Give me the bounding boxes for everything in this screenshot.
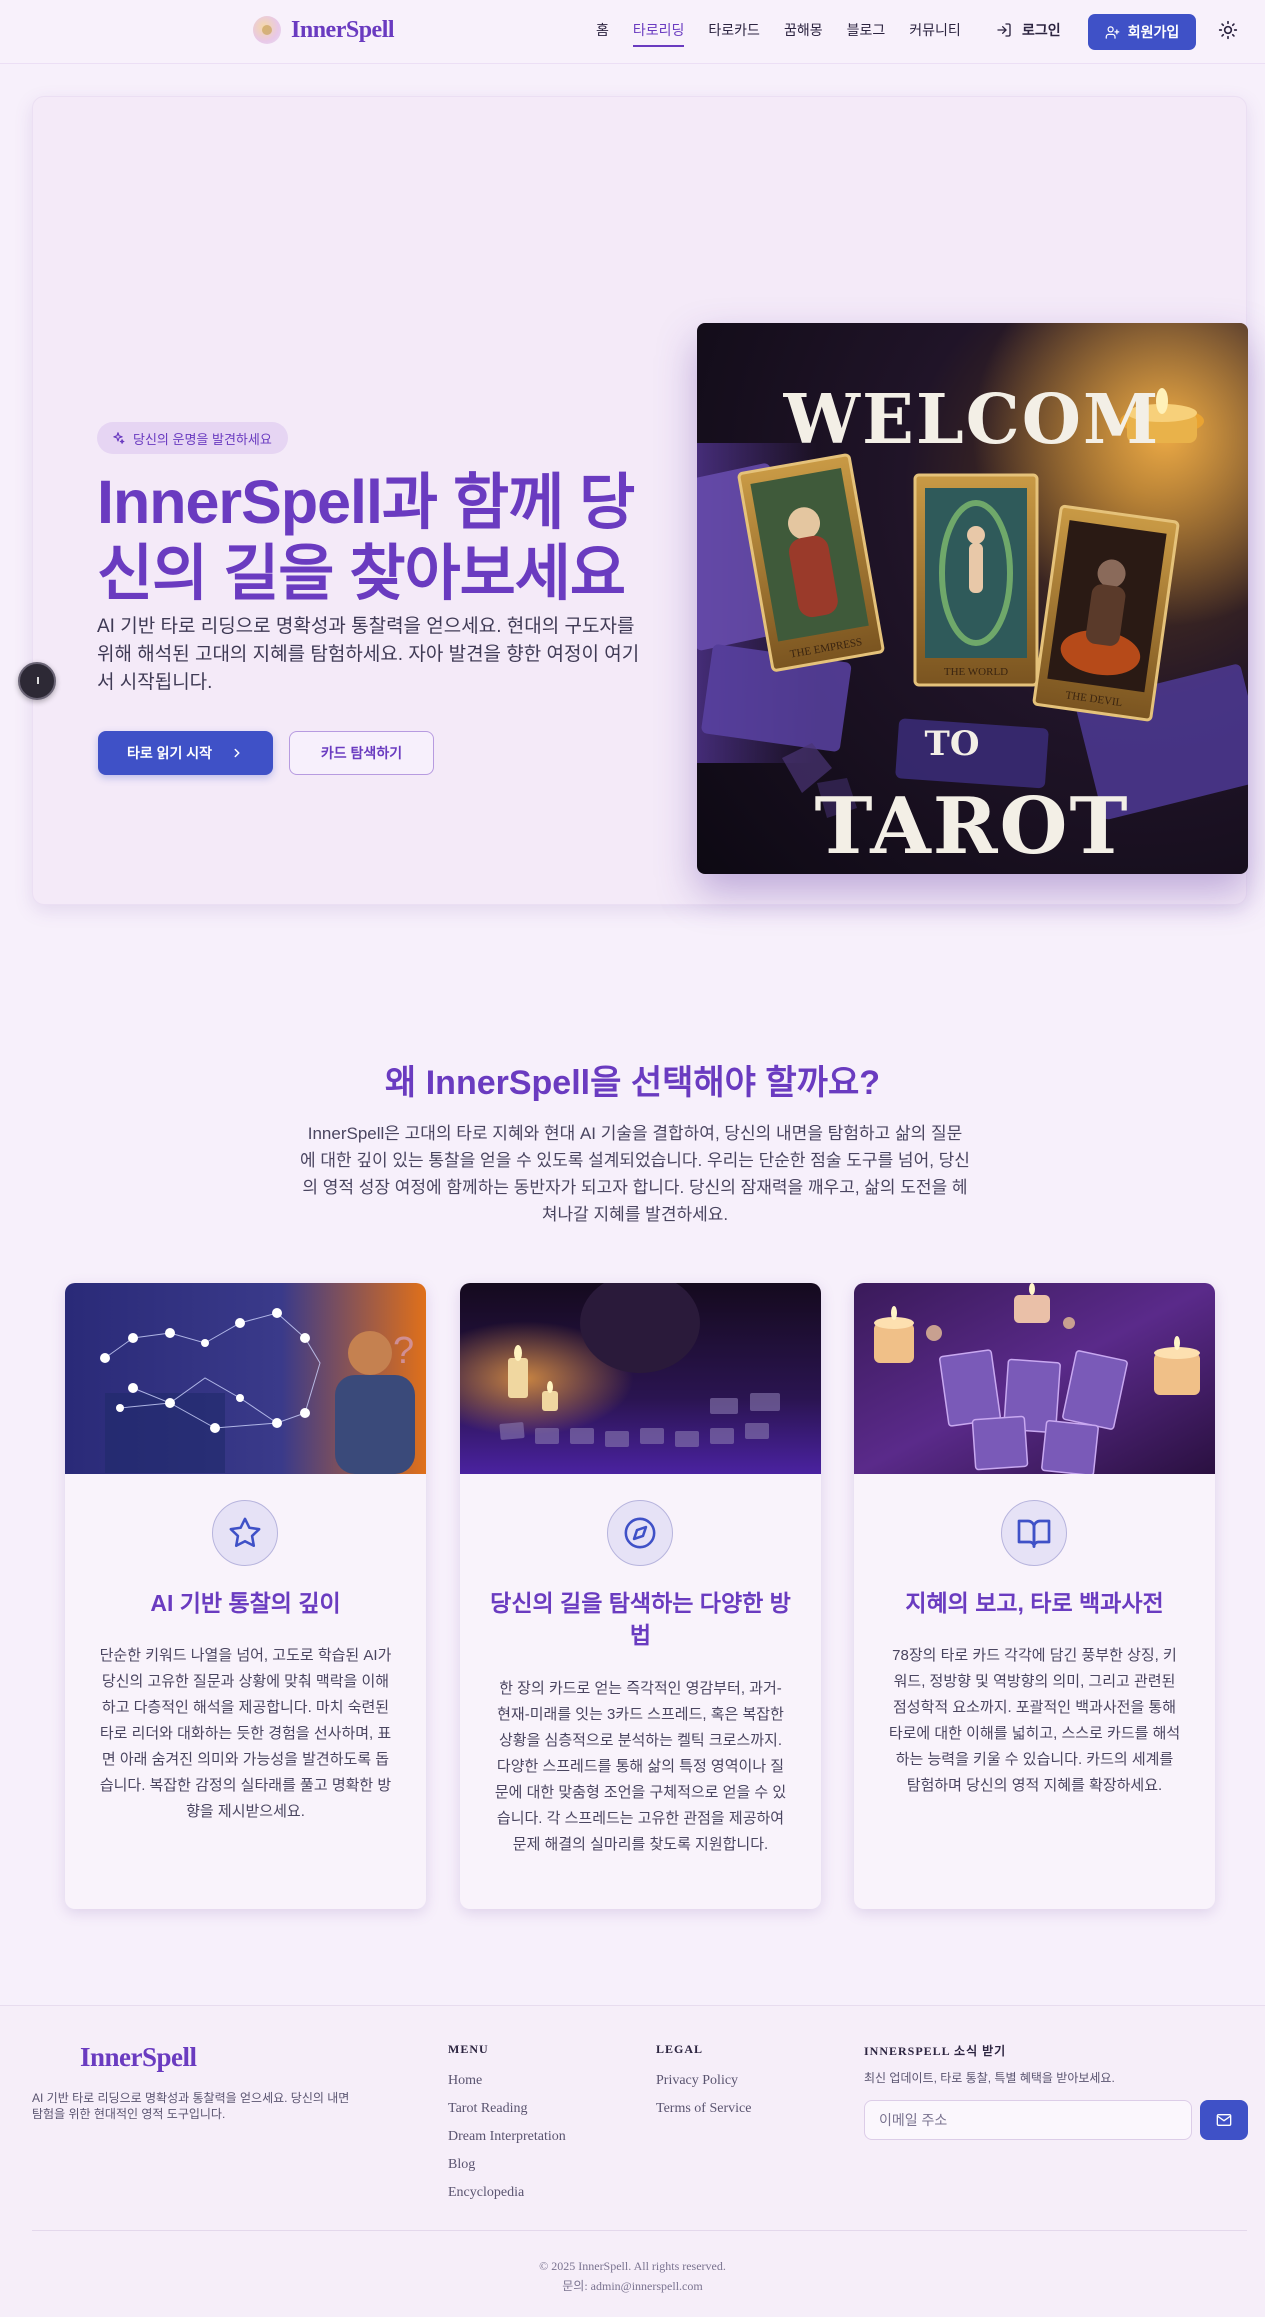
newsletter-submit-button[interactable] <box>1200 2100 1248 2140</box>
welcome-to-tarot-image: THE EMPRESS THE WORLD THE DEVIL WELCOM T… <box>697 323 1248 874</box>
nav-item-blog[interactable]: 블로그 <box>847 20 886 47</box>
ai-insight-image: ? <box>65 1283 426 1474</box>
chevron-right-icon <box>234 748 240 758</box>
logo-mark-icon <box>253 16 281 44</box>
explore-cards-label: 카드 탐색하기 <box>320 745 403 761</box>
open-book-icon <box>1017 1519 1051 1548</box>
footer-menu: MENU Home Tarot Reading Dream Interpreta… <box>448 2042 566 2213</box>
floating-action-button[interactable] <box>18 662 56 700</box>
newsletter-description: 최신 업데이트, 타로 통찰, 특별 혜택을 받아보세요. <box>864 2071 1115 2085</box>
footer-link-home[interactable]: Home <box>448 2073 566 2091</box>
site-footer: InnerSpell AI 기반 타로 리딩으로 명확성과 통찰력을 얻으세요.… <box>0 2005 1265 2317</box>
footer-tagline: AI 기반 타로 리딩으로 명확성과 통찰력을 얻으세요. 당신의 내면 탐험을… <box>32 2091 350 2121</box>
main-nav: 홈 타로리딩 타로카드 꿈해몽 블로그 커뮤니티 <box>596 20 961 47</box>
site-header: InnerSpell 홈 타로리딩 타로카드 꿈해몽 블로그 커뮤니티 로그인 … <box>0 0 1265 64</box>
footer-legal-heading: LEGAL <box>656 2042 704 2056</box>
footer-link-blog[interactable]: Blog <box>448 2157 566 2175</box>
nav-item-tarot-cards[interactable]: 타로카드 <box>708 20 760 47</box>
footer-legal: LEGAL Privacy Policy Terms of Service <box>656 2042 751 2129</box>
newsletter-email-input[interactable]: 이메일 주소 <box>864 2100 1192 2140</box>
why-section-title: 왜 InnerSpell을 선택해야 할까요? <box>385 1064 880 1102</box>
nav-item-home[interactable]: 홈 <box>596 20 609 47</box>
why-section-description: InnerSpell은 고대의 타로 지혜와 현대 AI 기술을 결합하여, 당… <box>300 1124 970 1224</box>
mail-icon <box>1216 2114 1232 2126</box>
card-icon-container <box>607 1500 673 1566</box>
footer-newsletter: INNERSPELL 소식 받기 최신 업데이트, 타로 통찰, 특별 혜택을 … <box>864 2042 1115 2086</box>
card-icon-container <box>1001 1500 1067 1566</box>
image-title-to: TO <box>925 724 980 764</box>
encyclopedia-image <box>854 1283 1215 1477</box>
sparkles-icon <box>113 432 125 444</box>
compass-icon <box>624 1517 656 1549</box>
image-title-tarot: TAROT <box>814 781 1129 872</box>
card-text: 한 장의 카드로 얻는 즉각적인 영감부터, 과거-현재-미래를 잇는 3카드 … <box>494 1680 787 1853</box>
footer-copyright-block: © 2025 InnerSpell. All rights reserved. … <box>0 2256 1265 2296</box>
signup-label: 회원가입 <box>1127 24 1180 40</box>
footer-link-privacy[interactable]: Privacy Policy <box>656 2073 751 2091</box>
login-icon <box>997 23 1011 37</box>
contact-email[interactable]: 문의: admin@innerspell.com <box>0 2276 1265 2296</box>
hero-badge: 당신의 운명을 발견하세요 <box>97 422 288 454</box>
nav-item-dream[interactable]: 꿈해몽 <box>784 20 823 47</box>
email-placeholder: 이메일 주소 <box>879 2112 948 2128</box>
feature-card-ai-insight: ? AI 기반 통찰의 깊이 단순한 키워드 나열을 넘어, 고도로 학습된 A… <box>65 1283 426 1909</box>
logo-text: InnerSpell <box>291 16 395 43</box>
footer-link-tarot-reading[interactable]: Tarot Reading <box>448 2101 566 2119</box>
star-icon <box>229 1517 261 1548</box>
signup-button[interactable]: 회원가입 <box>1088 14 1196 50</box>
card-title: AI 기반 통찰의 깊이 <box>150 1590 341 1616</box>
newsletter-heading: INNERSPELL 소식 받기 <box>864 2044 1007 2058</box>
login-button[interactable]: 로그인 <box>996 20 1061 40</box>
nav-item-tarot-reading[interactable]: 타로리딩 <box>632 20 685 47</box>
start-reading-button[interactable]: 타로 읽기 시작 <box>98 731 273 775</box>
logo[interactable]: InnerSpell <box>253 16 395 44</box>
card-icon-container <box>212 1500 278 1566</box>
start-reading-label: 타로 읽기 시작 <box>126 745 213 761</box>
feature-card-spreads: 당신의 길을 탐색하는 다양한 방법 한 장의 카드로 얻는 즉각적인 영감부터… <box>460 1283 821 1909</box>
footer-link-dream[interactable]: Dream Interpretation <box>448 2129 566 2147</box>
card-label-world: THE WORLD <box>944 666 1008 678</box>
footer-divider <box>32 2230 1247 2231</box>
card-title: 지혜의 보고, 타로 백과사전 <box>905 1590 1164 1616</box>
spreads-image <box>460 1283 821 1474</box>
card-title: 당신의 길을 탐색하는 다양한 방법 <box>490 1590 791 1648</box>
hero-title: InnerSpell과 함께 당신의 길을 찾아보세요 <box>97 468 635 607</box>
footer-link-encyclopedia[interactable]: Encyclopedia <box>448 2185 566 2203</box>
user-plus-icon <box>1105 25 1120 39</box>
explore-cards-button[interactable]: 카드 탐색하기 <box>289 731 434 775</box>
login-label: 로그인 <box>1022 22 1061 38</box>
card-text: 단순한 키워드 나열을 넘어, 고도로 학습된 AI가 당신의 고유한 질문과 … <box>99 1647 392 1820</box>
footer-logo[interactable]: InnerSpell <box>80 2042 197 2073</box>
nav-item-community[interactable]: 커뮤니티 <box>909 20 961 47</box>
copyright-text: © 2025 InnerSpell. All rights reserved. <box>539 2259 726 2273</box>
card-text: 78장의 타로 카드 각각에 담긴 풍부한 상징, 키워드, 정방향 및 역방향… <box>888 1647 1181 1794</box>
footer-menu-heading: MENU <box>448 2042 489 2056</box>
hero-badge-label: 당신의 운명을 발견하세요 <box>133 431 272 447</box>
sun-icon[interactable] <box>1218 20 1238 40</box>
svg-text:?: ? <box>393 1330 414 1372</box>
feature-card-encyclopedia: 지혜의 보고, 타로 백과사전 78장의 타로 카드 각각에 담긴 풍부한 상징… <box>854 1283 1215 1909</box>
hero-section: 당신의 운명을 발견하세요 InnerSpell과 함께 당신의 길을 찾아보세… <box>32 96 1248 905</box>
image-title-welcome: WELCOM <box>783 380 1161 460</box>
hero-description: AI 기반 타로 리딩으로 명확성과 통찰력을 얻으세요. 현대의 구도자를 위… <box>97 616 640 693</box>
footer-link-terms[interactable]: Terms of Service <box>656 2101 751 2119</box>
